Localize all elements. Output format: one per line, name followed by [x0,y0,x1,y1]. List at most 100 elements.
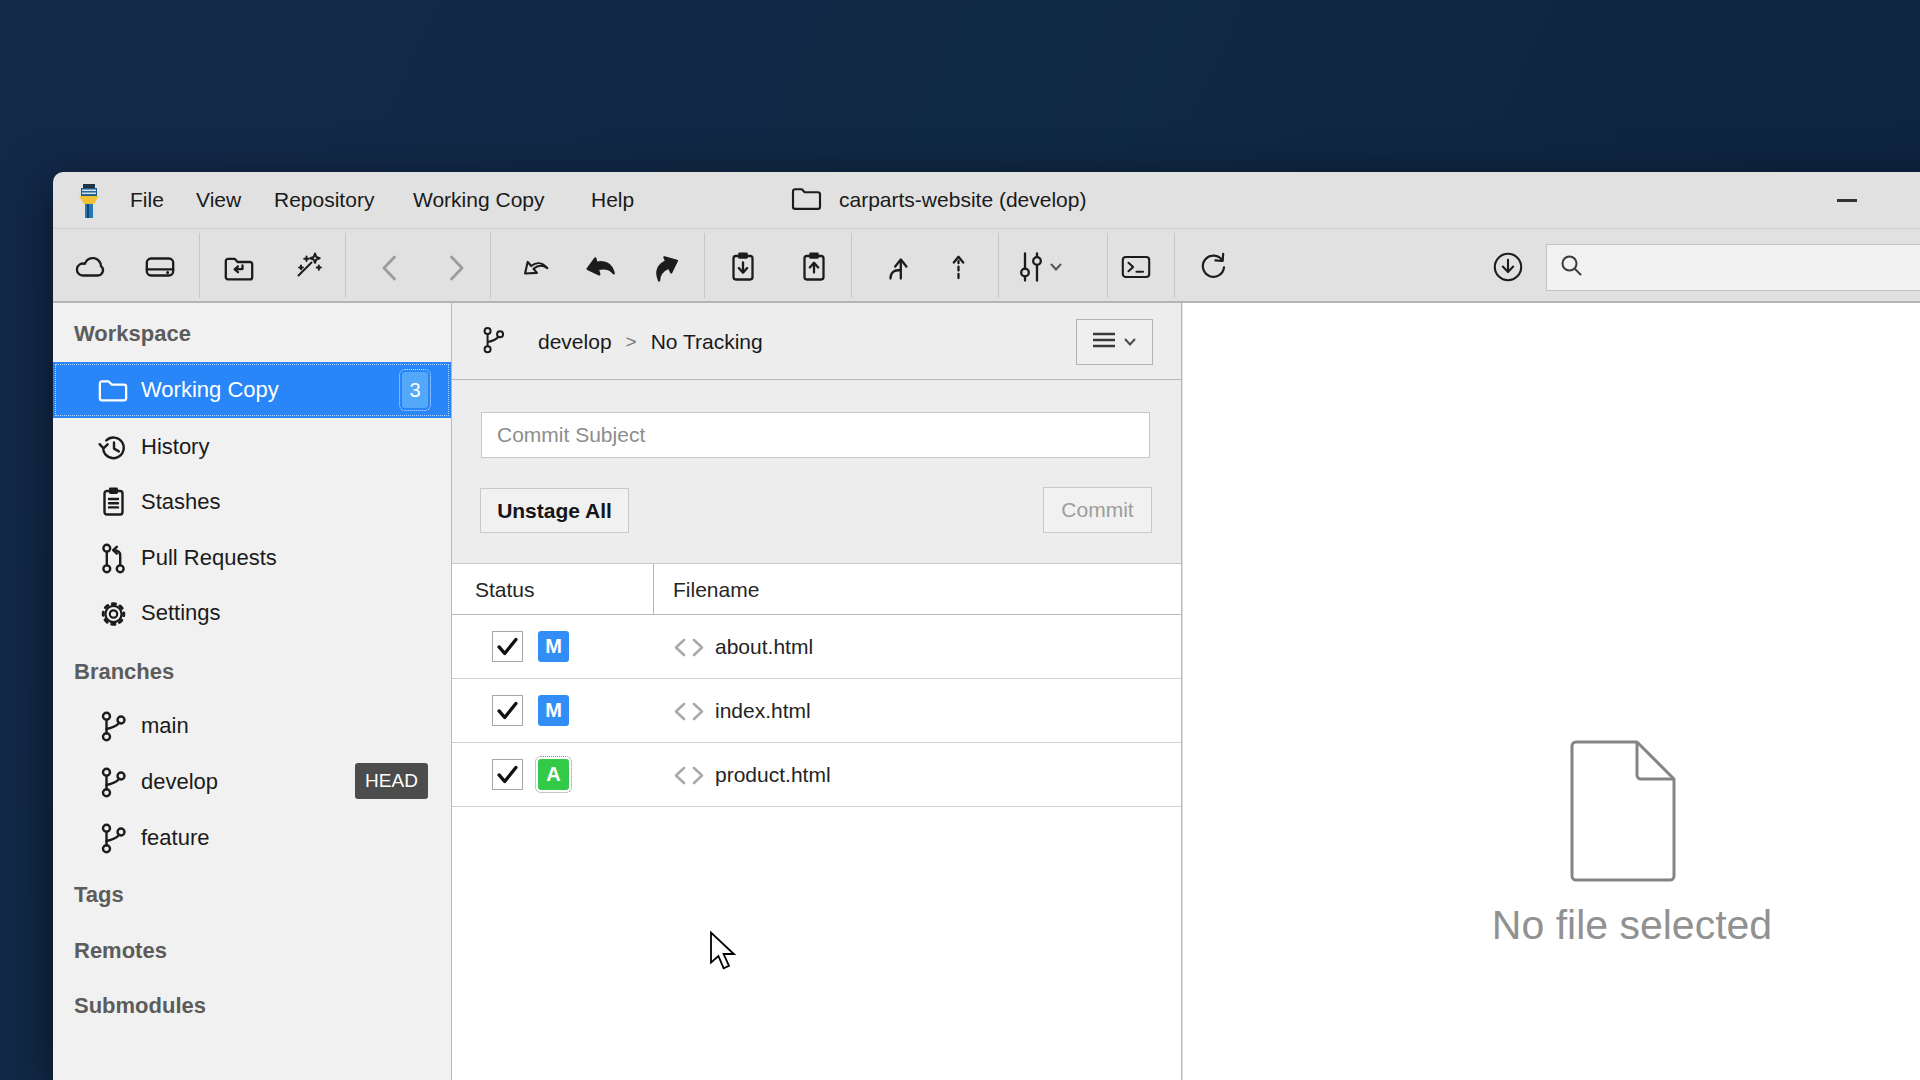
mouse-cursor-icon [709,931,736,973]
menu-item-working-copy[interactable]: Working Copy [413,172,545,228]
back-icon[interactable] [364,249,416,285]
stage-checkbox[interactable] [492,759,523,790]
sidebar-section-workspace[interactable]: Workspace [74,320,191,348]
column-header-filename[interactable]: Filename [673,564,759,615]
app-window: File View Repository Working Copy Help carpa… [53,172,1920,1080]
sidebar-item-label: main [141,698,189,754]
minimize-button[interactable] [1837,199,1857,202]
menu-bar: File View Repository Working Copy Help carpa… [53,172,1920,229]
folder-open-icon [95,372,131,408]
toolbar-divider [704,233,705,298]
gear-icon [95,595,131,631]
forward-icon[interactable] [430,249,482,285]
open-repo-icon[interactable] [213,249,265,285]
table-row[interactable]: Aproduct.html [452,743,1181,807]
sidebar-item-label: Stashes [141,474,221,530]
sidebar-item-label: develop [141,754,218,810]
sidebar-section-branches[interactable]: Branches [74,658,174,686]
staged-files-table: Status Filename Mabout.htmlMindex.htmlAp… [452,563,1181,1080]
status-badge: M [538,695,569,726]
file-preview-panel: No file selected [1183,303,1920,1080]
filename-label: about.html [715,615,813,679]
stash-icon[interactable] [717,249,769,285]
menu-item-repository[interactable]: Repository [274,172,374,228]
sidebar-item-develop[interactable]: develop HEAD [53,754,451,810]
sidebar-item-settings[interactable]: Settings [53,585,451,641]
local-drive-icon[interactable] [134,249,186,285]
commit-panel: develop > No Tracking [452,303,1182,1080]
history-icon [95,429,131,465]
sidebar-item-pull-requests[interactable]: Pull Requests [53,530,451,586]
refresh-icon[interactable] [1186,249,1238,285]
title-folder-icon [790,184,823,216]
sidebar-item-label: Settings [141,585,221,641]
magic-create-icon[interactable] [281,249,333,285]
sidebar-item-label: History [141,419,209,475]
unstage-all-button[interactable]: Unstage All [480,488,629,533]
compare-branches-icon[interactable] [1012,249,1064,285]
sidebar-section-submodules[interactable]: Submodules [74,992,206,1020]
sourcetree-logo-icon [78,184,100,218]
share-icon[interactable] [508,249,560,285]
sidebar-item-stashes[interactable]: Stashes [53,474,451,530]
menu-item-view[interactable]: View [196,172,241,228]
sidebar-item-label: feature [141,810,210,866]
sidebar-item-main[interactable]: main [53,698,451,754]
git-branch-icon [478,323,508,361]
table-header: Status Filename [452,564,1181,615]
toolbar-divider [851,233,852,298]
branch-breadcrumb-header: develop > No Tracking [452,303,1181,380]
empty-file-icon [1562,736,1684,890]
no-file-selected-message: No file selected [1183,901,1920,949]
code-file-icon [673,702,705,725]
current-branch-label[interactable]: develop [538,330,612,354]
menu-item-help[interactable]: Help [591,172,634,228]
sidebar-item-working-copy[interactable]: Working Copy3 [53,362,451,418]
code-file-icon [673,766,705,789]
chevron-down-icon [1123,333,1137,351]
filename-label: product.html [715,743,831,807]
toolbar-divider [490,233,491,298]
git-branch-icon [95,820,131,856]
sidebar-item-feature[interactable]: feature [53,810,451,866]
head-badge: HEAD [355,763,428,799]
stage-checkbox[interactable] [492,631,523,662]
table-row[interactable]: Mabout.html [452,615,1181,679]
pull-branch-icon[interactable] [871,249,923,285]
toolbar-divider [1174,233,1175,298]
toolbar-search-input[interactable] [1546,244,1920,291]
code-file-icon [673,638,705,661]
commit-subject-input[interactable] [481,412,1150,458]
download-icon[interactable] [1482,249,1534,285]
column-header-status[interactable]: Status [475,564,535,615]
toolbar-divider [345,233,346,298]
fetch-icon[interactable] [932,249,984,285]
file-list-options-button[interactable] [1076,319,1153,365]
git-branch-icon [95,764,131,800]
sidebar-item-history[interactable]: History [53,419,451,475]
stashes-clipboard-icon [95,484,131,520]
sidebar-section-tags[interactable]: Tags [74,881,124,909]
unstash-icon[interactable] [788,249,840,285]
sidebar-item-label: Pull Requests [141,530,277,586]
hamburger-icon [1092,331,1116,353]
undo-icon[interactable] [574,249,626,285]
cloud-icon[interactable] [64,249,116,285]
column-divider [653,564,654,615]
stage-checkbox[interactable] [492,695,523,726]
menu-item-file[interactable]: File [130,172,164,228]
redo-icon[interactable] [640,249,692,285]
main-content: Workspace Working Copy3HistoryStashesPull… [53,303,1920,1080]
terminal-icon[interactable] [1110,249,1162,285]
sidebar-section-remotes[interactable]: Remotes [74,937,167,965]
table-row[interactable]: Mindex.html [452,679,1181,743]
toolbar [53,230,1920,303]
toolbar-divider [199,233,200,298]
toolbar-divider [998,233,999,298]
window-title: carparts-website (develop) [839,188,1086,212]
commit-button[interactable]: Commit [1043,487,1152,533]
search-icon [1558,252,1585,283]
working-copy-count-badge: 3 [402,372,428,408]
toolbar-divider [1107,233,1108,298]
tracking-status-label: No Tracking [651,330,763,354]
